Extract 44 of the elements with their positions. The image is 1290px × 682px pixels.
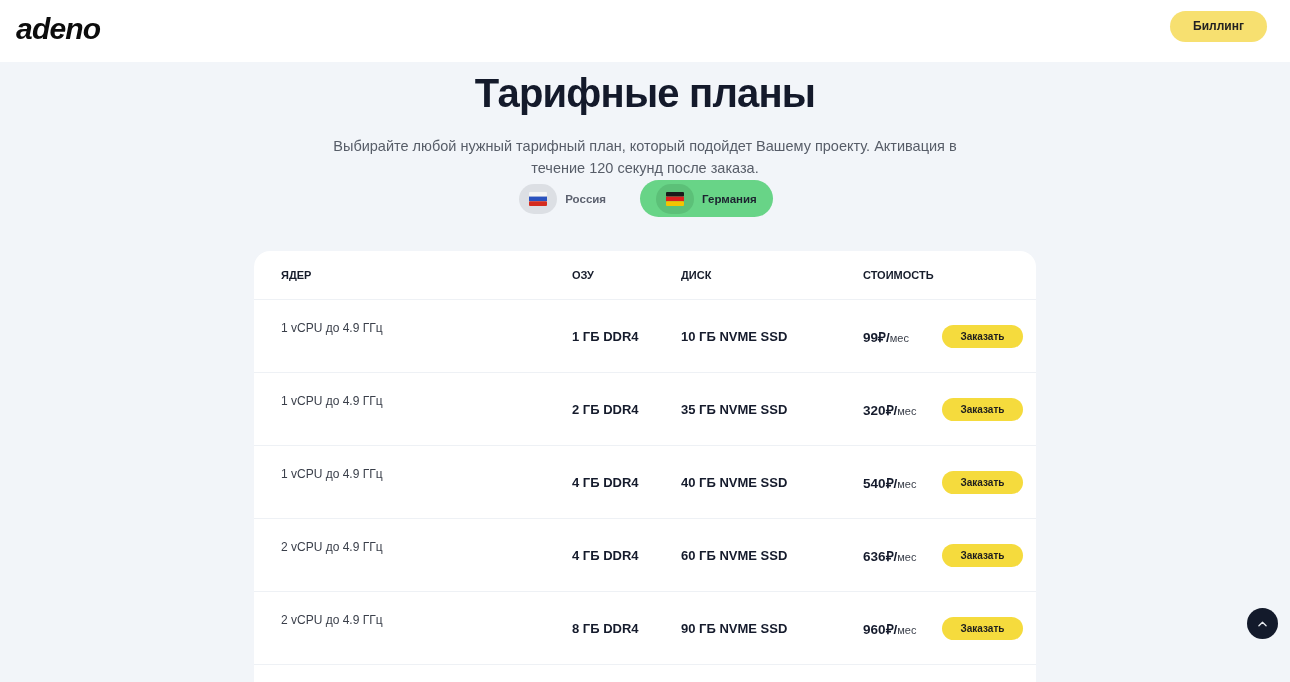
ram-cell-text: 8 ГБ DDR4 bbox=[572, 620, 640, 636]
cores-cell-text: 1 vCPU до 4.9 ГГц bbox=[281, 466, 384, 481]
order-button[interactable]: Заказать bbox=[942, 397, 1023, 421]
order-button[interactable]: Заказать bbox=[942, 324, 1023, 348]
country-tab[interactable]: Германия bbox=[640, 180, 773, 217]
disk-cell-text: 60 ГБ NVME SSD bbox=[681, 547, 789, 563]
ram-cell-text: 4 ГБ DDR4 bbox=[572, 547, 640, 563]
cores-cell-text: 1 vCPU до 4.9 ГГц bbox=[281, 320, 384, 335]
scroll-top-button[interactable] bbox=[1247, 608, 1278, 639]
column-header: ЯДЕР bbox=[281, 269, 313, 281]
cores-cell-text: 1 vCPU до 4.9 ГГц bbox=[281, 393, 384, 408]
flag-icon bbox=[656, 183, 695, 214]
price-unit: мес bbox=[897, 623, 917, 636]
cores-cell-text: 2 vCPU до 4.9 ГГц bbox=[281, 612, 384, 627]
flag-icon bbox=[519, 183, 558, 214]
chevron-up-icon bbox=[1258, 620, 1267, 627]
column-header: ОЗУ bbox=[572, 269, 595, 281]
price-unit: мес bbox=[897, 477, 917, 490]
column-header: ДИСК bbox=[681, 269, 713, 281]
billing-button[interactable]: Биллинг bbox=[1170, 10, 1267, 42]
page-title: Тарифные планы bbox=[474, 70, 816, 116]
disk-cell-text: 35 ГБ NVME SSD bbox=[681, 401, 789, 417]
price-value: 99₽/ bbox=[863, 329, 890, 345]
country-tab[interactable]: Россия bbox=[503, 180, 623, 217]
ram-cell-text: 2 ГБ DDR4 bbox=[572, 401, 640, 417]
ram-cell-text: 1 ГБ DDR4 bbox=[572, 328, 640, 344]
logo[interactable]: adeno bbox=[16, 14, 101, 44]
price-unit: мес bbox=[889, 331, 909, 344]
order-button[interactable]: Заказать bbox=[942, 543, 1023, 567]
price-unit: мес bbox=[897, 404, 917, 417]
price-unit: мес bbox=[897, 550, 917, 563]
page-subtitle: Выбирайте любой нужный тарифный план, который подойдет Вашему проекту. Активация в течение 120 секунд после заказа. bbox=[332, 137, 958, 178]
column-header: СТОИМОСТЬ bbox=[863, 269, 935, 281]
disk-cell-text: 90 ГБ NVME SSD bbox=[681, 620, 789, 636]
order-button[interactable]: Заказать bbox=[942, 470, 1023, 494]
cores-cell-text: 2 vCPU до 4.9 ГГц bbox=[281, 539, 384, 554]
disk-cell-text: 10 ГБ NVME SSD bbox=[681, 328, 789, 344]
price-value: 540₽/ bbox=[863, 475, 898, 491]
ram-cell-text: 4 ГБ DDR4 bbox=[572, 474, 640, 490]
price-value: 960₽/ bbox=[863, 621, 898, 637]
order-button[interactable]: Заказать bbox=[942, 616, 1023, 640]
price-value: 636₽/ bbox=[863, 548, 898, 564]
disk-cell-text: 40 ГБ NVME SSD bbox=[681, 474, 789, 490]
price-value: 320₽/ bbox=[863, 402, 898, 418]
